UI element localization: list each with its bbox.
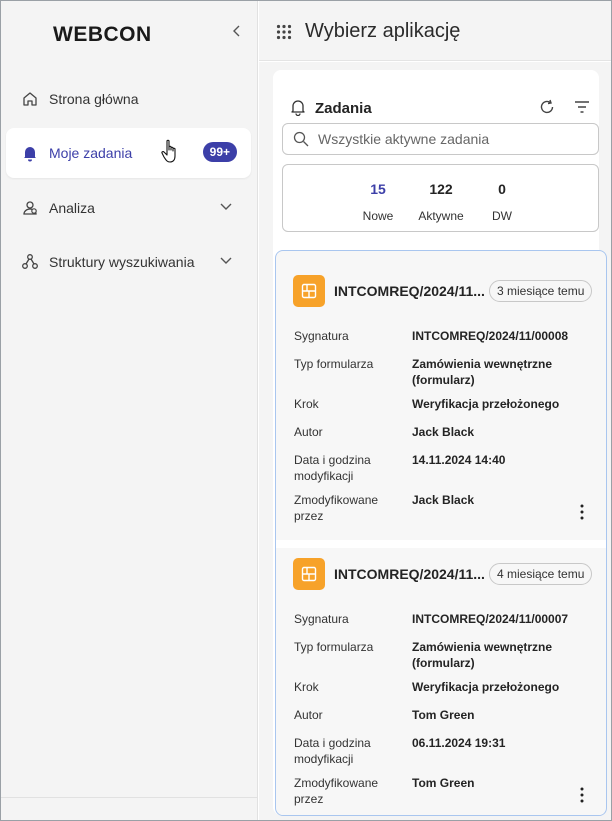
- field-value: Zamówienia wewnętrzne (formularz): [412, 357, 553, 387]
- refresh-icon[interactable]: [538, 98, 556, 116]
- field-value: 06.11.2024 19:31: [412, 736, 506, 750]
- page-title[interactable]: Wybierz aplikację: [305, 20, 460, 43]
- sidebar-item-my-tasks[interactable]: Moje zadania 99+: [6, 128, 251, 178]
- search-input[interactable]: [318, 131, 588, 147]
- tasks-title: Zadania: [315, 100, 372, 117]
- app-form-icon: [293, 275, 325, 307]
- stat-value: 15: [370, 181, 386, 197]
- field-value: Jack Black: [412, 493, 475, 507]
- task-list: INTCOMREQ/2024/11... 3 miesiące temu Syg…: [275, 250, 607, 816]
- tasks-search[interactable]: [282, 123, 599, 155]
- field-key: Krok: [294, 397, 319, 411]
- sidebar-item-label: Struktury wyszukiwania: [49, 254, 195, 270]
- field-key: Typ formularza: [294, 357, 374, 371]
- task-stats: 15 Nowe 122 Aktywne 0 DW: [282, 164, 599, 232]
- field-value: Zamówienia wewnętrzne (formularz): [412, 640, 553, 670]
- bell-icon: [291, 100, 305, 116]
- field-value: Weryfikacja przełożonego: [412, 680, 560, 694]
- field-key: Data i godzina modyfikacji: [294, 453, 371, 483]
- search-icon: [293, 131, 309, 147]
- task-card[interactable]: INTCOMREQ/2024/11... 3 miesiące temu Syg…: [279, 265, 604, 540]
- filter-icon[interactable]: [573, 98, 591, 116]
- stat-dw[interactable]: 0 DW: [483, 165, 521, 233]
- field-key: Zmodyfikowane przez: [294, 776, 379, 806]
- task-card[interactable]: INTCOMREQ/2024/11... 4 miesiące temu Syg…: [279, 548, 604, 815]
- analysis-icon: [21, 199, 39, 217]
- more-vertical-icon[interactable]: [575, 503, 589, 521]
- task-title[interactable]: INTCOMREQ/2024/11...: [334, 283, 484, 299]
- hand-cursor-icon: [161, 139, 176, 163]
- task-separator: [276, 540, 606, 548]
- chevron-down-icon: [220, 203, 232, 210]
- app-form-icon: [293, 558, 325, 590]
- time-badge: 3 miesiące temu: [489, 280, 593, 302]
- field-key: Data i godzina modyfikacji: [294, 736, 371, 766]
- field-key: Autor: [294, 425, 323, 439]
- structure-icon: [21, 253, 39, 271]
- field-value: INTCOMREQ/2024/11/00007: [412, 612, 569, 626]
- more-vertical-icon[interactable]: [575, 786, 589, 804]
- sidebar-item-label: Analiza: [49, 200, 95, 216]
- stat-label: Nowe: [362, 209, 394, 223]
- time-badge: 4 miesiące temu: [489, 563, 593, 585]
- sidebar-item-label: Strona główna: [49, 91, 139, 107]
- field-key: Sygnatura: [294, 612, 349, 626]
- sidebar-item-analysis[interactable]: Analiza: [6, 183, 251, 233]
- main-content: Zadania 15 Nowe 122 Aktywne 0 DW: [259, 62, 611, 820]
- app-header: Wybierz aplikację: [259, 1, 611, 61]
- stat-new[interactable]: 15 Nowe: [355, 165, 401, 233]
- tasks-panel: Zadania 15 Nowe 122 Aktywne 0 DW: [273, 70, 607, 816]
- field-key: Zmodyfikowane przez: [294, 493, 379, 523]
- sidebar-divider: [1, 797, 258, 798]
- sidebar: WEBCON Strona główna Moje zadania 99+ An…: [1, 1, 258, 820]
- field-value: 14.11.2024 14:40: [412, 453, 506, 467]
- stat-label: DW: [492, 209, 512, 223]
- field-value: Weryfikacja przełożonego: [412, 397, 560, 411]
- bell-icon: [21, 144, 39, 162]
- field-key: Autor: [294, 708, 323, 722]
- task-title[interactable]: INTCOMREQ/2024/11...: [334, 566, 484, 582]
- field-value: INTCOMREQ/2024/11/00008: [412, 329, 569, 343]
- stat-value: 0: [498, 181, 506, 197]
- stat-active[interactable]: 122 Aktywne: [411, 165, 471, 233]
- chevron-down-icon: [220, 257, 232, 264]
- field-value: Tom Green: [412, 776, 475, 790]
- stat-value: 122: [429, 181, 453, 197]
- chevron-left-icon: [233, 25, 240, 37]
- webcon-logo[interactable]: WEBCON: [53, 23, 152, 47]
- home-icon: [21, 90, 39, 108]
- field-value: Tom Green: [412, 708, 475, 722]
- collapse-sidebar-button[interactable]: [227, 21, 247, 43]
- field-key: Sygnatura: [294, 329, 349, 343]
- field-key: Typ formularza: [294, 640, 374, 654]
- task-count-badge: 99+: [202, 142, 237, 162]
- field-key: Krok: [294, 680, 319, 694]
- app-grid-icon[interactable]: [276, 24, 292, 40]
- stat-label: Aktywne: [418, 209, 464, 223]
- field-value: Jack Black: [412, 425, 475, 439]
- sidebar-item-home[interactable]: Strona główna: [6, 74, 251, 124]
- sidebar-item-search-structures[interactable]: Struktury wyszukiwania: [6, 237, 251, 287]
- sidebar-item-label: Moje zadania: [49, 145, 133, 161]
